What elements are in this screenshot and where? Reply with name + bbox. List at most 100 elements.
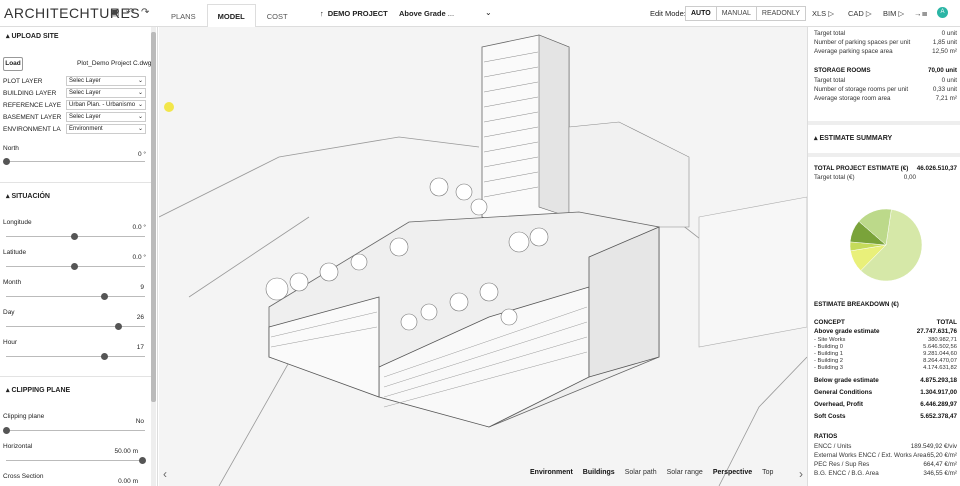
plot-layer-select[interactable]: Selec Layer ⌄ <box>66 76 146 86</box>
month-slider-handle[interactable] <box>100 293 108 300</box>
parking-area-row: Average parking space area 12,50 m² <box>814 48 957 55</box>
tab-cost[interactable]: COST <box>256 4 299 27</box>
export-cad-button[interactable]: CAD ▷ <box>848 9 872 18</box>
breakdown-header: CONCEPT TOTAL <box>814 319 957 326</box>
hour-slider-handle[interactable] <box>100 353 108 360</box>
hour-label: Hour <box>3 339 18 346</box>
clipping-plane-header[interactable]: ▴ CLIPPING PLANE <box>0 382 150 400</box>
clipping-plane-slider[interactable] <box>6 430 145 431</box>
hour-value: 17 <box>136 344 144 351</box>
storage-target-row: Target total 0 unit <box>814 77 957 84</box>
estimate-summary-header[interactable]: ▴ ESTIMATE SUMMARY <box>814 134 892 142</box>
left-panel: ▴ UPLOAD SITE Load Plot_Demo Project C.d… <box>0 27 158 486</box>
day-slider-handle[interactable] <box>114 323 122 330</box>
ratio-row: PEC Res / Sup Res 664,47 €/m² <box>814 461 957 468</box>
breakdown-row: - Building 1 9.281.044,60 <box>814 351 957 357</box>
total-estimate-row: TOTAL PROJECT ESTIMATE (€) 46.026.510,37 <box>814 165 957 172</box>
breakdown-row: - Site Works 380.982,71 <box>814 337 957 343</box>
situacion-header[interactable]: ▴ SITUACIÓN <box>0 188 150 206</box>
right-panel: Target total 0 unit Number of parking spa… <box>807 27 960 486</box>
edit-mode-label: Edit Mode: <box>650 9 686 18</box>
horizontal-slider[interactable] <box>6 460 145 461</box>
toggle-top[interactable]: Top <box>757 469 778 476</box>
toggle-buildings[interactable]: Buildings <box>578 469 620 476</box>
viewport-left-arrow[interactable]: ‹ <box>163 467 167 481</box>
project-selector[interactable]: ↑ DEMO PROJECT <box>320 9 388 18</box>
chevron-down-icon[interactable]: ⌄ <box>485 8 492 17</box>
basement-layer-label: BASEMENT LAYER <box>3 114 62 121</box>
ratio-row: B.G. ENCC / B.G. Area 346,55 €/m² <box>814 470 957 477</box>
redo-icon[interactable]: ↷ <box>141 7 149 18</box>
export-bim-button[interactable]: BIM ▷ <box>883 9 904 18</box>
ratio-row: ENCC / Units 189.549,92 €/viv <box>814 443 957 450</box>
breakdown-row: Overhead, Profit 6.446.289,97 <box>814 401 957 408</box>
level-name: Above Grade <box>399 9 446 18</box>
cross-section-label: Cross Section <box>3 473 44 480</box>
project-name: DEMO PROJECT <box>327 9 388 18</box>
toggle-solar-path[interactable]: Solar path <box>620 469 662 476</box>
tab-model[interactable]: MODEL <box>206 4 256 27</box>
mode-auto[interactable]: AUTO <box>686 7 717 20</box>
viewport-right-arrow[interactable]: › <box>799 467 803 481</box>
basement-layer-select[interactable]: Selec Layer ⌄ <box>66 112 146 122</box>
storage-area-row: Average storage room area 7,21 m² <box>814 95 957 102</box>
edit-mode-toggle: AUTO MANUAL READONLY <box>685 6 806 21</box>
north-value: 0 ° <box>137 151 146 158</box>
horizontal-slider-handle[interactable] <box>139 457 146 464</box>
reference-layer-select[interactable]: Urban Plan. - Urbanismo ⌄ <box>66 100 146 110</box>
upload-site-header[interactable]: ▴ UPLOAD SITE <box>0 28 150 46</box>
hour-slider[interactable] <box>6 356 145 357</box>
level-selector[interactable]: Above Grade ... <box>399 9 454 18</box>
north-label: North <box>3 145 19 152</box>
building-layer-label: BUILDING LAYER <box>3 90 57 97</box>
breakdown-row: General Conditions 1.304.917,00 <box>814 389 957 396</box>
save-icon[interactable]: ▣ <box>110 7 119 18</box>
target-total-row: Target total (€) 0,00 <box>814 174 916 181</box>
up-arrow-icon: ↑ <box>320 9 324 18</box>
month-slider[interactable] <box>6 296 145 297</box>
ratios-title: RATIOS <box>814 433 838 440</box>
menu-icon[interactable]: →≣ <box>914 9 928 18</box>
building-layer-select[interactable]: Selec Layer ⌄ <box>66 88 146 98</box>
storage-rooms-row: STORAGE ROOMS 70,00 unit <box>814 67 957 74</box>
latitude-slider-handle[interactable] <box>71 263 78 270</box>
longitude-value: 0.0 ° <box>132 224 146 231</box>
longitude-slider-handle[interactable] <box>71 233 78 240</box>
load-button[interactable]: Load <box>3 57 23 71</box>
breakdown-row: Soft Costs 5.652.378,47 <box>814 413 957 420</box>
day-slider[interactable] <box>6 326 145 327</box>
day-value: 26 <box>136 314 144 321</box>
toggle-solar-range[interactable]: Solar range <box>662 469 708 476</box>
file-name: Plot_Demo Project C.dwg <box>77 60 152 67</box>
undo-icon[interactable]: ↶ <box>126 7 134 18</box>
parking-target-row: Target total 0 unit <box>814 30 957 37</box>
environment-layer-select[interactable]: Environment ⌄ <box>66 124 146 134</box>
level-ellipsis: ... <box>447 9 455 18</box>
toggle-environment[interactable]: Environment <box>525 469 578 476</box>
left-scrollbar[interactable] <box>151 27 156 486</box>
reference-layer-label: REFERENCE LAYE <box>3 102 62 109</box>
month-label: Month <box>3 279 22 286</box>
north-slider[interactable] <box>6 161 145 162</box>
latitude-value: 0.0 ° <box>132 254 146 261</box>
view-tabs: PLANS MODEL COST <box>160 4 299 27</box>
storage-per-unit-row: Number of storage rooms per unit 0,33 uni… <box>814 86 957 93</box>
day-label: Day <box>3 309 15 316</box>
toggle-perspective[interactable]: Perspective <box>708 469 757 476</box>
mode-readonly[interactable]: READONLY <box>757 7 805 20</box>
plot-layer-label: PLOT LAYER <box>3 78 43 85</box>
parking-per-unit-row: Number of parking spaces per unit 1,85 un… <box>814 39 957 46</box>
estimate-pie-chart <box>849 208 923 282</box>
export-xls-button[interactable]: XLS ▷ <box>812 9 834 18</box>
breakdown-row: - Building 2 8.264.470,07 <box>814 358 957 364</box>
mode-manual[interactable]: MANUAL <box>717 7 757 20</box>
clipping-plane-handle[interactable] <box>3 427 10 434</box>
ratio-row: External Works ENCC / Ext. Works Area 65,… <box>814 452 957 459</box>
avatar[interactable]: A <box>937 7 948 18</box>
breakdown-row: Below grade estimate 4.875.293,18 <box>814 377 957 384</box>
viewport-toggles: Environment Buildings Solar path Solar r… <box>525 469 778 476</box>
3d-viewport[interactable]: ‹ › <box>159 27 807 486</box>
environment-layer-label: ENVIRONMENT LA <box>3 126 61 133</box>
tab-plans[interactable]: PLANS <box>160 4 207 27</box>
north-slider-handle[interactable] <box>3 158 10 165</box>
